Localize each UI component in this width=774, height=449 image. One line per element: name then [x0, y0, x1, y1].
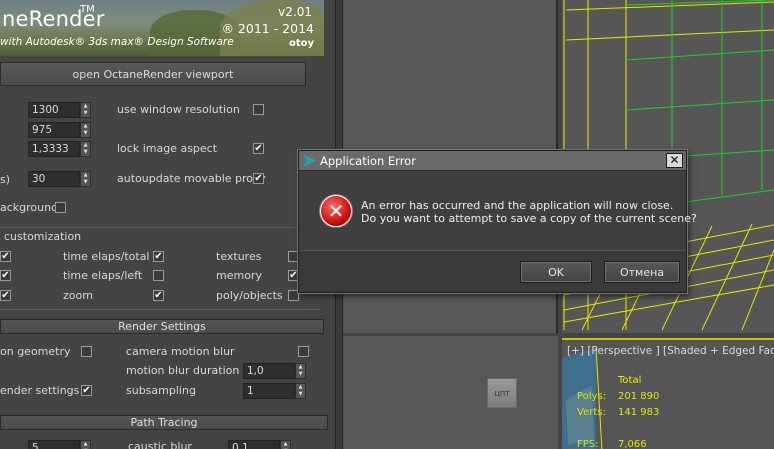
- stats-verts-value: 141 983: [618, 407, 660, 418]
- perspective-viewport[interactable]: [+] [Perspective ] [Shaded + Edged Faces…: [562, 338, 774, 449]
- time-elaps-left-checkbox[interactable]: [153, 270, 164, 281]
- viewport-label[interactable]: [+] [Perspective ] [Shaded + Edged Faces: [567, 345, 774, 357]
- banner-version: v2.01: [278, 5, 312, 19]
- use-window-resolution-label: use window resolution: [117, 103, 240, 116]
- render-settings-label-fragment: ender settings: [0, 384, 80, 397]
- width-spinner-arrows[interactable]: ▲ ▼: [80, 102, 91, 118]
- time-elaps-left-label: time elaps/left: [63, 269, 143, 282]
- textures-label: textures: [216, 250, 262, 263]
- left-viewport[interactable]: [343, 336, 558, 449]
- error-message-line2: Do you want to attempt to save a copy of…: [361, 212, 697, 225]
- dialog-close-button[interactable]: ✕: [666, 153, 683, 168]
- subsampling-spinner[interactable]: 1 ▲ ▼: [243, 383, 306, 399]
- path-tracing-left-spinner[interactable]: 5 ▲▼: [28, 440, 91, 449]
- use-window-resolution-checkbox[interactable]: [253, 104, 264, 115]
- lock-image-aspect-label: lock image aspect: [117, 142, 218, 155]
- on-geometry-label: on geometry: [0, 345, 71, 358]
- error-message-line1: An error has occurred and the applicatio…: [361, 199, 674, 212]
- poly-objects-label: poly/objects: [216, 289, 283, 302]
- caustic-blur-spinner[interactable]: 0,1 ▲▼: [228, 440, 291, 449]
- autoupdate-proxy-checkbox[interactable]: ✔: [253, 173, 264, 184]
- custom-col0-row2-checkbox[interactable]: ✔: [0, 270, 11, 281]
- stats-fps-value: 7,066: [618, 439, 647, 449]
- background-checkbox[interactable]: [55, 202, 66, 213]
- camera-motion-blur-checkbox[interactable]: [298, 346, 309, 357]
- subsampling-field[interactable]: 1: [243, 383, 295, 399]
- cancel-button[interactable]: Отмена: [604, 261, 680, 283]
- background-label: ackground: [0, 201, 59, 214]
- viewcube-icon[interactable]: ЦПТ: [487, 378, 517, 408]
- width-spinner[interactable]: 1300 ▲ ▼: [28, 102, 91, 118]
- render-settings-checkbox[interactable]: ✔: [81, 385, 92, 396]
- ok-button[interactable]: OK: [520, 261, 592, 283]
- motion-blur-duration-field[interactable]: 1,0: [243, 363, 295, 379]
- fps-field[interactable]: 30: [28, 171, 80, 187]
- application-error-dialog: Application Error ✕ ✕ An error has occur…: [298, 150, 697, 293]
- zoom-label: zoom: [63, 289, 93, 302]
- subsampling-arrows[interactable]: ▲ ▼: [295, 383, 306, 399]
- dialog-title: Application Error: [320, 154, 416, 168]
- fps-spinner[interactable]: 30 ▲ ▼: [28, 171, 91, 187]
- stats-verts-label: Verts:: [577, 407, 606, 418]
- customization-group-label: customization: [4, 230, 85, 243]
- on-geometry-checkbox[interactable]: [81, 346, 92, 357]
- error-icon: ✕: [320, 195, 352, 227]
- custom-col0-row1-checkbox[interactable]: ✔: [0, 251, 11, 262]
- aspect-spinner-arrows[interactable]: ▲ ▼: [80, 141, 91, 157]
- banner-copyright: ® 2011 - 2014: [221, 21, 314, 36]
- banner-subtitle: with Autodesk® 3ds max® Design Software: [0, 36, 234, 48]
- zoom-checkbox[interactable]: ✔: [153, 290, 164, 301]
- aspect-field[interactable]: 1,3333: [28, 141, 80, 157]
- stats-total-label: Total: [618, 375, 642, 386]
- caustic-blur-field[interactable]: 0,1: [228, 440, 280, 449]
- motion-blur-duration-spinner[interactable]: 1,0 ▲ ▼: [243, 363, 306, 379]
- height-field[interactable]: 975: [28, 122, 80, 138]
- motion-blur-duration-arrows[interactable]: ▲ ▼: [295, 363, 306, 379]
- dialog-button-bar: OK Отмена: [299, 250, 686, 292]
- fps-label-fragment: s): [0, 173, 11, 186]
- width-field[interactable]: 1300: [28, 102, 80, 118]
- motion-blur-duration-label: motion blur duration: [126, 364, 240, 377]
- path-tracing-left-field[interactable]: 5: [28, 440, 80, 449]
- render-settings-rollout-header[interactable]: Render Settings: [0, 319, 324, 334]
- memory-label: memory: [216, 269, 262, 282]
- lock-image-aspect-checkbox[interactable]: ✔: [253, 143, 264, 154]
- octane-settings-panel: neRender TM with Autodesk® 3ds max® Desi…: [0, 0, 335, 449]
- custom-col0-row3-checkbox[interactable]: ✔: [0, 290, 11, 301]
- banner-trademark: TM: [80, 4, 95, 15]
- stats-fps-label: FPS:: [577, 439, 599, 449]
- autoupdate-proxy-label: autoupdate movable proxy: [117, 172, 266, 185]
- time-elaps-total-label: time elaps/total: [63, 250, 150, 263]
- otoy-logo: otoy: [288, 38, 314, 49]
- aspect-spinner[interactable]: 1,3333 ▲ ▼: [28, 141, 91, 157]
- 3ds-max-app-icon: [303, 154, 316, 167]
- subsampling-label: subsampling: [126, 384, 196, 397]
- stats-polys-value: 201 890: [618, 391, 660, 402]
- height-spinner-arrows[interactable]: ▲ ▼: [80, 122, 91, 138]
- camera-motion-blur-label: camera motion blur: [126, 345, 235, 358]
- stats-polys-label: Polys:: [577, 391, 607, 402]
- open-octane-viewport-button[interactable]: open OctaneRender viewport: [0, 62, 306, 86]
- path-tracing-rollout-header[interactable]: Path Tracing: [0, 415, 328, 430]
- fps-spinner-arrows[interactable]: ▲ ▼: [80, 171, 91, 187]
- caustic-blur-label: caustic blur: [128, 440, 192, 449]
- height-spinner[interactable]: 975 ▲ ▼: [28, 122, 91, 138]
- octane-banner: neRender TM with Autodesk® 3ds max® Desi…: [0, 0, 324, 56]
- dialog-title-bar[interactable]: Application Error ✕: [299, 151, 686, 171]
- time-elaps-total-checkbox[interactable]: ✔: [153, 251, 164, 262]
